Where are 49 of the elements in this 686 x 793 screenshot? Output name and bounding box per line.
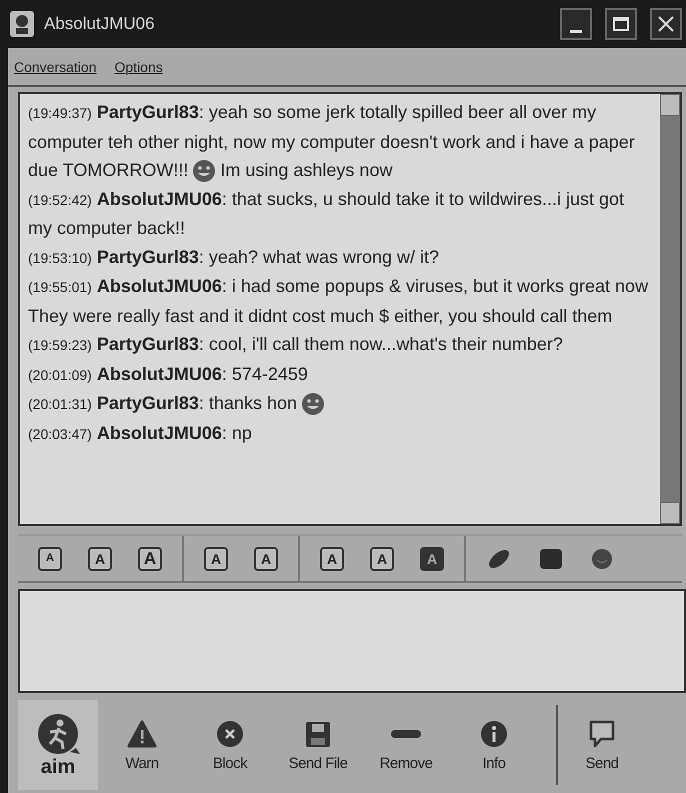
toolbar-button[interactable] bbox=[538, 546, 564, 570]
maximize-icon bbox=[613, 17, 629, 31]
close-icon bbox=[215, 718, 245, 748]
chat-message: (20:03:47) AbsolutJMU06: np bbox=[28, 422, 253, 445]
send-button[interactable]: Send bbox=[558, 718, 646, 772]
message-input[interactable] bbox=[18, 589, 686, 693]
chat-message: (19:49:37) PartyGurl83: yeah so some jerk totally spilled beer all over my computer teh other night, now my computer doesn't work and i have a paper due TOMORROW!!! Im using ashleys now bbox=[28, 98, 652, 184]
minimize-button[interactable] bbox=[560, 8, 592, 40]
chat-message: (19:53:10) PartyGurl83: yeah? what was wrong w/ it? bbox=[28, 246, 440, 269]
smiley-icon bbox=[192, 159, 216, 184]
scroll-down-button[interactable] bbox=[660, 502, 680, 524]
action-button[interactable]: Block bbox=[186, 718, 274, 772]
logo-text: aim bbox=[40, 756, 76, 778]
smiley-icon bbox=[590, 546, 614, 570]
format-button[interactable]: A bbox=[254, 546, 278, 570]
format-button[interactable]: A bbox=[370, 546, 394, 570]
format-button[interactable]: A bbox=[38, 546, 62, 570]
format-button[interactable]: A bbox=[88, 546, 112, 570]
smiley-icon bbox=[300, 392, 325, 416]
close-button[interactable] bbox=[650, 8, 682, 40]
info-icon bbox=[479, 718, 509, 748]
minimize-icon bbox=[570, 30, 582, 32]
toolbar-button[interactable] bbox=[590, 546, 614, 570]
person-icon bbox=[10, 11, 34, 37]
menu-item[interactable]: Options bbox=[114, 58, 163, 74]
chat-message: (19:52:42) AbsolutJMU06: that sucks, u should take it to wildwires...i just got my computer back!! bbox=[28, 188, 626, 240]
format-button[interactable]: A bbox=[420, 546, 444, 570]
chat-message: (19:55:01) AbsolutJMU06: i had some popups & viruses, but it works great now They were really fast and it didnt cost much $ either, you should call them bbox=[28, 275, 650, 328]
menu-item[interactable]: Conversation bbox=[14, 58, 96, 74]
format-button[interactable]: A bbox=[320, 546, 344, 570]
close-icon bbox=[657, 15, 675, 33]
scrollbar[interactable] bbox=[660, 94, 680, 524]
format-button[interactable]: A bbox=[204, 546, 228, 570]
maximize-button[interactable] bbox=[605, 8, 637, 40]
action-button[interactable]: Warn bbox=[98, 718, 186, 772]
speech-bubble-icon bbox=[587, 718, 617, 748]
minus-icon bbox=[391, 730, 421, 738]
chat-message: (20:01:09) AbsolutJMU06: 574-2459 bbox=[28, 362, 309, 386]
chat-message: (20:01:31) PartyGurl83: thanks hon bbox=[28, 389, 652, 418]
format-button[interactable]: A bbox=[138, 546, 162, 570]
action-button[interactable]: Remove bbox=[362, 718, 450, 772]
image-icon bbox=[538, 546, 564, 570]
window-title: AbsolutJMU06 bbox=[44, 14, 156, 34]
running-figure-icon bbox=[36, 712, 80, 756]
action-button[interactable]: Info bbox=[450, 718, 538, 772]
chat-message: (19:59:23) PartyGurl83: cool, i'll call them now...what's their number? bbox=[28, 333, 564, 356]
scroll-up-button[interactable] bbox=[660, 94, 680, 116]
warning-icon bbox=[127, 718, 157, 748]
action-button[interactable]: Send File bbox=[274, 718, 362, 772]
